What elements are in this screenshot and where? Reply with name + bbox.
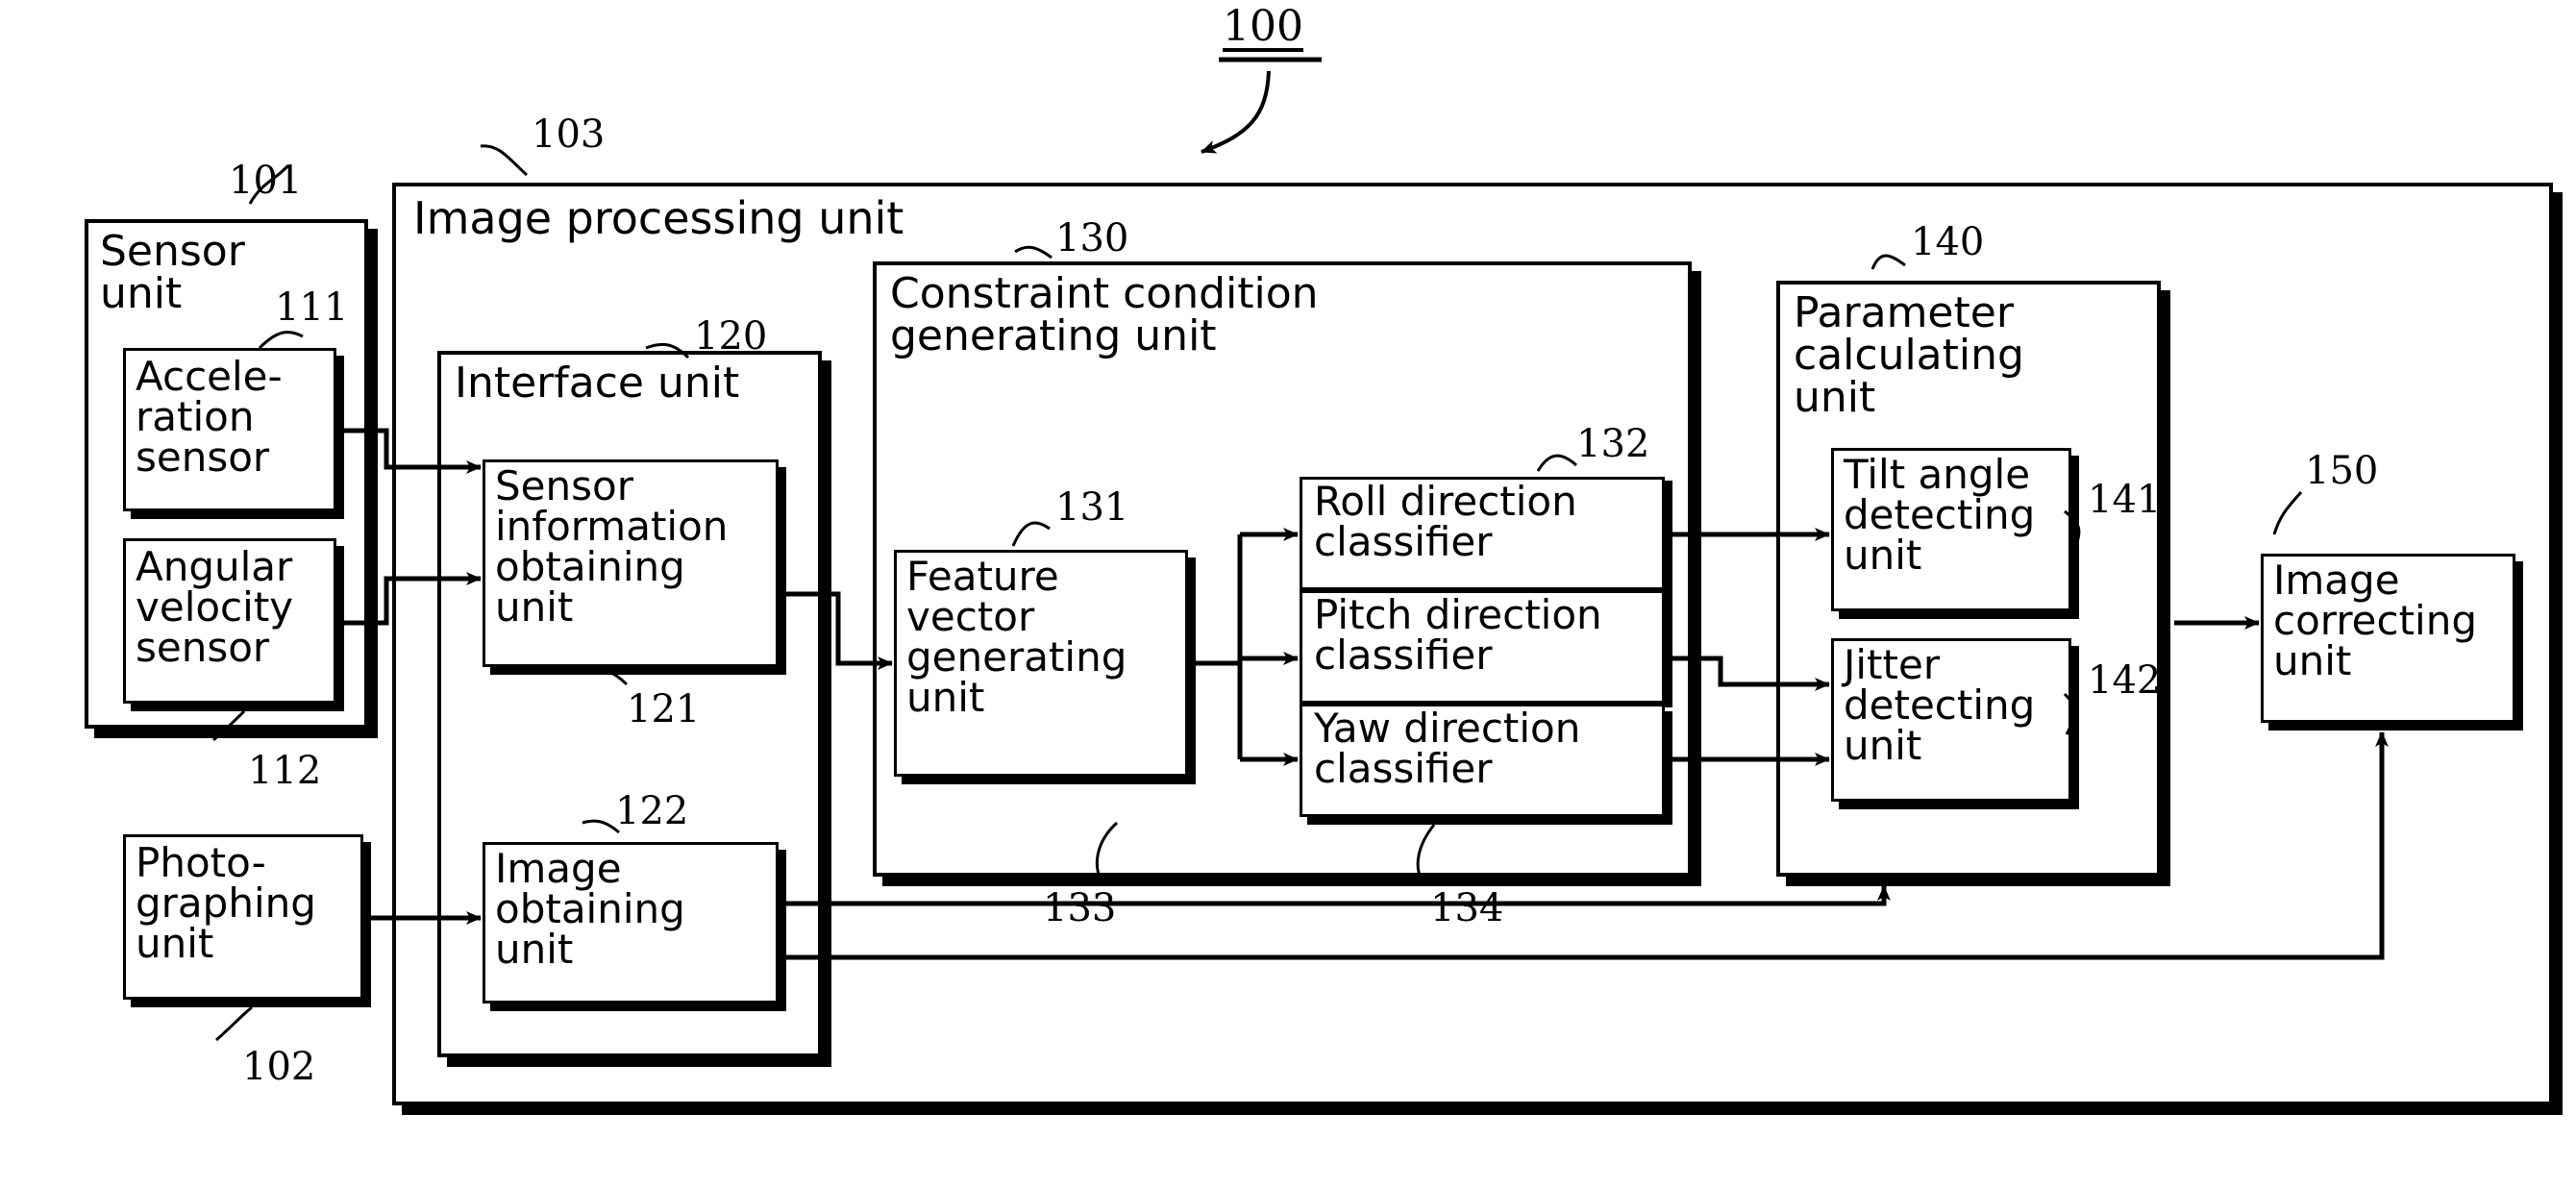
reference-numeral-100: 100 <box>1223 2 1303 51</box>
block-photographing-unit: Photo- graphing unit <box>123 834 363 1000</box>
block-parameter-calculating-unit-label: Parameter calculating unit <box>1794 288 2024 422</box>
figure-canvas: 100 Image processing unit 103 Sensor uni… <box>0 0 2576 1189</box>
block-constraint-condition-generating-unit-label: Constraint condition generating unit <box>890 269 1319 360</box>
reference-numeral-101: 101 <box>229 159 303 203</box>
block-jitter-detecting-unit-label: Jitter detecting unit <box>1844 641 2036 769</box>
block-image-obtaining-unit-label: Image obtaining unit <box>495 845 685 973</box>
block-yaw-direction-classifier-label: Yaw direction classifier <box>1314 705 1581 792</box>
reference-numeral-122: 122 <box>615 789 689 833</box>
block-acceleration-sensor-label: Accele- ration sensor <box>136 353 283 481</box>
reference-numeral-150: 150 <box>2305 449 2379 493</box>
block-tilt-angle-detecting-unit-label: Tilt angle detecting unit <box>1844 451 2036 579</box>
reference-numeral-131: 131 <box>1055 485 1129 530</box>
block-sensor-information-obtaining-unit: Sensor information obtaining unit <box>483 459 779 667</box>
block-yaw-direction-classifier: Yaw direction classifier <box>1300 704 1665 817</box>
reference-numeral-130: 130 <box>1055 216 1129 260</box>
block-sensor-unit-label: Sensor unit <box>100 227 245 318</box>
block-pitch-direction-classifier-label: Pitch direction classifier <box>1314 591 1602 679</box>
reference-numeral-142: 142 <box>2088 658 2162 703</box>
block-roll-direction-classifier-label: Roll direction classifier <box>1314 478 1577 565</box>
reference-numeral-121: 121 <box>627 687 701 731</box>
reference-numeral-111: 111 <box>275 285 349 330</box>
block-tilt-angle-detecting-unit: Tilt angle detecting unit <box>1831 448 2071 611</box>
block-acceleration-sensor: Accele- ration sensor <box>123 348 336 511</box>
block-feature-vector-generating-unit: Feature vector generating unit <box>894 550 1188 777</box>
reference-numeral-140: 140 <box>1911 220 1985 264</box>
block-pitch-direction-classifier: Pitch direction classifier <box>1300 590 1665 704</box>
block-sensor-information-obtaining-unit-label: Sensor information obtaining unit <box>495 462 729 631</box>
block-angular-velocity-sensor-label: Angular velocity sensor <box>136 543 294 671</box>
reference-numeral-102: 102 <box>242 1045 316 1089</box>
block-image-correcting-unit-label: Image correcting unit <box>2273 557 2478 684</box>
reference-numeral-120: 120 <box>694 314 768 359</box>
block-image-processing-unit-label: Image processing unit <box>413 192 904 244</box>
block-image-correcting-unit: Image correcting unit <box>2261 554 2515 723</box>
reference-numeral-133: 133 <box>1043 886 1117 930</box>
reference-numeral-134: 134 <box>1430 886 1504 930</box>
block-jitter-detecting-unit: Jitter detecting unit <box>1831 638 2071 802</box>
block-feature-vector-generating-unit-label: Feature vector generating unit <box>906 553 1127 721</box>
block-image-obtaining-unit: Image obtaining unit <box>483 842 779 1003</box>
block-interface-unit-label: Interface unit <box>455 359 740 408</box>
block-roll-direction-classifier: Roll direction classifier <box>1300 477 1665 590</box>
reference-numeral-103: 103 <box>532 112 606 157</box>
reference-numeral-112: 112 <box>248 749 322 793</box>
block-angular-velocity-sensor: Angular velocity sensor <box>123 538 336 704</box>
reference-numeral-132: 132 <box>1576 422 1650 466</box>
reference-numeral-141: 141 <box>2088 478 2162 522</box>
block-photographing-unit-label: Photo- graphing unit <box>136 839 316 967</box>
